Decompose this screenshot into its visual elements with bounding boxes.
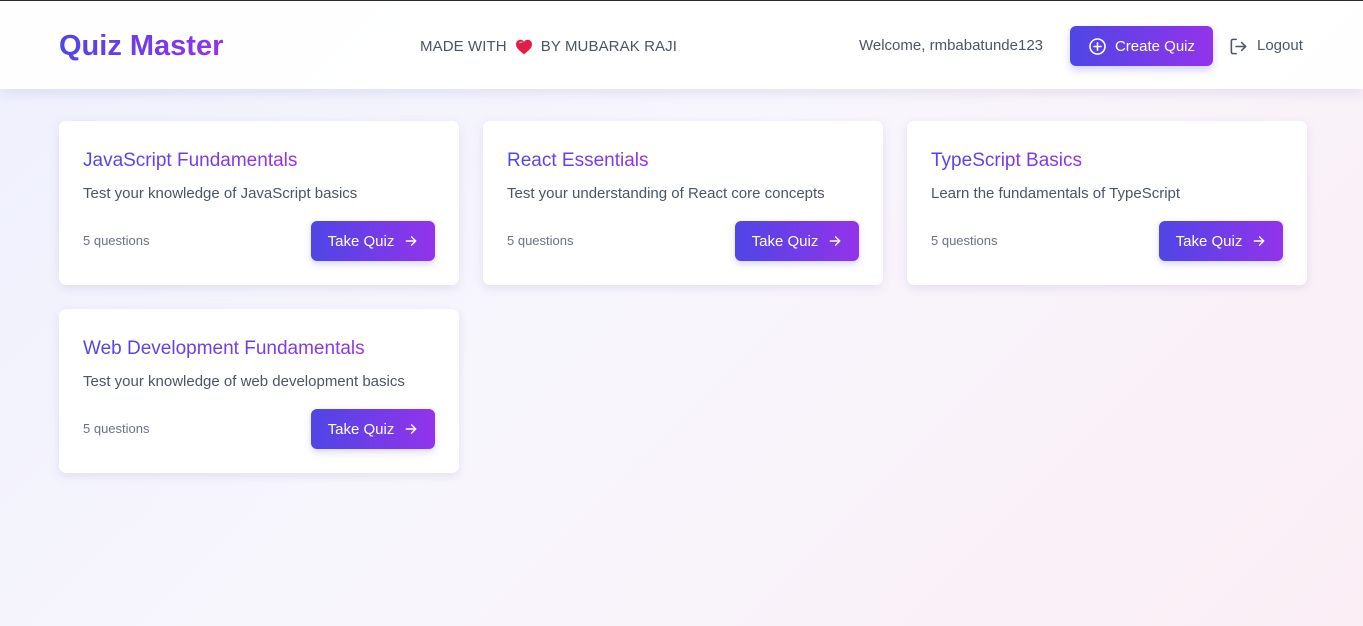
create-quiz-button[interactable]: Create Quiz (1070, 26, 1213, 66)
quiz-title: JavaScript Fundamentals (83, 150, 298, 171)
quiz-description: Test your knowledge of JavaScript basics (83, 185, 358, 202)
arrow-right-icon (404, 422, 418, 436)
quiz-card: JavaScript Fundamentals Test your knowle… (59, 121, 459, 285)
app-header: Quiz Master MADE WITH BY MUBARAK RAJI We… (0, 1, 1363, 89)
quiz-description: Test your understanding of React core co… (507, 185, 825, 202)
quiz-description: Learn the fundamentals of TypeScript (931, 185, 1181, 202)
quiz-title: React Essentials (507, 150, 649, 171)
quiz-card: TypeScript Basics Learn the fundamentals… (907, 121, 1307, 285)
take-quiz-button[interactable]: Take Quiz (311, 221, 435, 261)
take-quiz-button[interactable]: Take Quiz (311, 409, 435, 449)
take-quiz-label: Take Quiz (751, 232, 819, 250)
welcome-text: Welcome, rmbabatunde123 (859, 37, 1043, 54)
arrow-right-icon (1252, 234, 1266, 248)
logout-label: Logout (1257, 37, 1303, 54)
take-quiz-button[interactable]: Take Quiz (735, 221, 859, 261)
quiz-card: React Essentials Test your understanding… (483, 121, 883, 285)
create-quiz-label: Create Quiz (1114, 37, 1196, 55)
take-quiz-label: Take Quiz (327, 420, 395, 438)
plus-circle-icon (1088, 37, 1107, 56)
made-with-suffix: BY MUBARAK RAJI (540, 38, 677, 55)
logout-icon (1229, 37, 1248, 56)
logout-button[interactable]: Logout (1229, 36, 1303, 56)
question-count: 5 questions (507, 233, 574, 248)
take-quiz-label: Take Quiz (327, 232, 395, 250)
app-logo[interactable]: Quiz Master (59, 28, 223, 64)
take-quiz-button[interactable]: Take Quiz (1159, 221, 1283, 261)
made-with-credit: MADE WITH BY MUBARAK RAJI (420, 37, 677, 57)
quiz-description: Test your knowledge of web development b… (83, 373, 405, 390)
made-with-prefix: MADE WITH (420, 38, 507, 55)
quiz-title: TypeScript Basics (931, 150, 1082, 171)
question-count: 5 questions (931, 233, 998, 248)
quiz-card: Web Development Fundamentals Test your k… (59, 309, 459, 473)
arrow-right-icon (404, 234, 418, 248)
take-quiz-label: Take Quiz (1175, 232, 1243, 250)
heart-icon (515, 39, 533, 55)
question-count: 5 questions (83, 421, 150, 436)
quiz-title: Web Development Fundamentals (83, 338, 365, 359)
question-count: 5 questions (83, 233, 150, 248)
arrow-right-icon (828, 234, 842, 248)
